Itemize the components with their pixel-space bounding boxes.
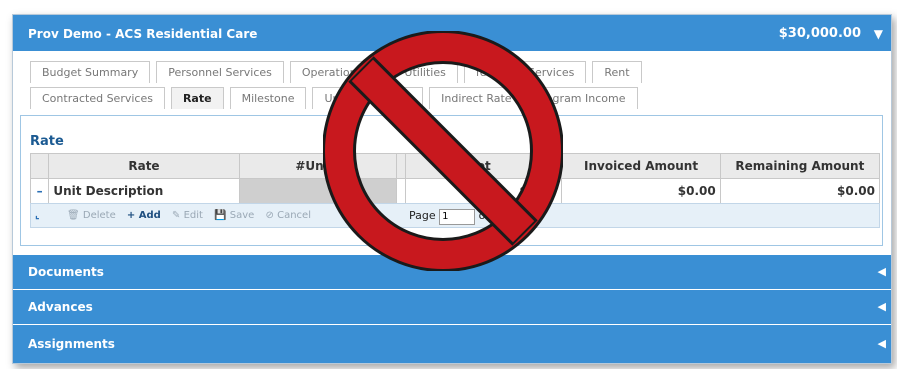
col-invoiced-amount[interactable]: Invoiced Amount — [561, 153, 721, 179]
corner-icon: ⌞ — [35, 210, 40, 221]
tab-milestone[interactable]: Milestone — [229, 87, 307, 109]
section-label: Assignments — [28, 337, 115, 351]
section-assignments[interactable]: Assignments ◀ — [13, 325, 891, 363]
grid-header-spacer — [29, 153, 50, 179]
cell-invoiced: $0.00 — [561, 178, 721, 204]
tab-budget-summary[interactable]: Budget Summary — [30, 61, 151, 83]
edit-button[interactable]: ✎ Edit — [172, 210, 203, 221]
chevron-down-icon[interactable]: ▼ — [874, 15, 883, 53]
toolbar-buttons: 🗑 Delete + Add ✎ Edit 💾 Save ⊘ Cancel — [67, 204, 319, 227]
section-advances[interactable]: Advances ◀ — [13, 290, 891, 324]
section-label: Documents — [28, 265, 104, 279]
cancel-button[interactable]: ⊘ Cancel — [266, 210, 311, 221]
tab-rate[interactable]: Rate — [170, 87, 224, 109]
collapse-toggle[interactable]: – — [29, 178, 50, 204]
tab-contracted-services[interactable]: Contracted Services — [30, 87, 165, 109]
add-button[interactable]: + Add — [127, 210, 161, 221]
cell-remaining: $0.00 — [719, 178, 881, 204]
header-title: Prov Demo - ACS Residential Care — [28, 27, 258, 41]
prohibited-icon — [323, 31, 563, 271]
cell-description[interactable]: Unit Description — [48, 178, 240, 204]
expand-icon[interactable]: ◀ — [878, 325, 886, 363]
section-label: Advances — [28, 300, 93, 314]
tab-personnel-services[interactable]: Personnel Services — [156, 61, 284, 83]
expand-icon[interactable]: ◀ — [878, 255, 886, 289]
save-button[interactable]: 💾 Save — [214, 210, 254, 221]
col-remaining-amount[interactable]: Remaining Amount — [719, 153, 881, 179]
delete-button[interactable]: 🗑 Delete — [67, 210, 116, 221]
header-amount: $30,000.00 — [778, 26, 861, 41]
col-rate[interactable]: Rate — [48, 153, 240, 179]
panel-title: Rate — [30, 134, 64, 149]
tab-rent[interactable]: Rent — [592, 61, 642, 83]
expand-icon[interactable]: ◀ — [878, 290, 886, 324]
